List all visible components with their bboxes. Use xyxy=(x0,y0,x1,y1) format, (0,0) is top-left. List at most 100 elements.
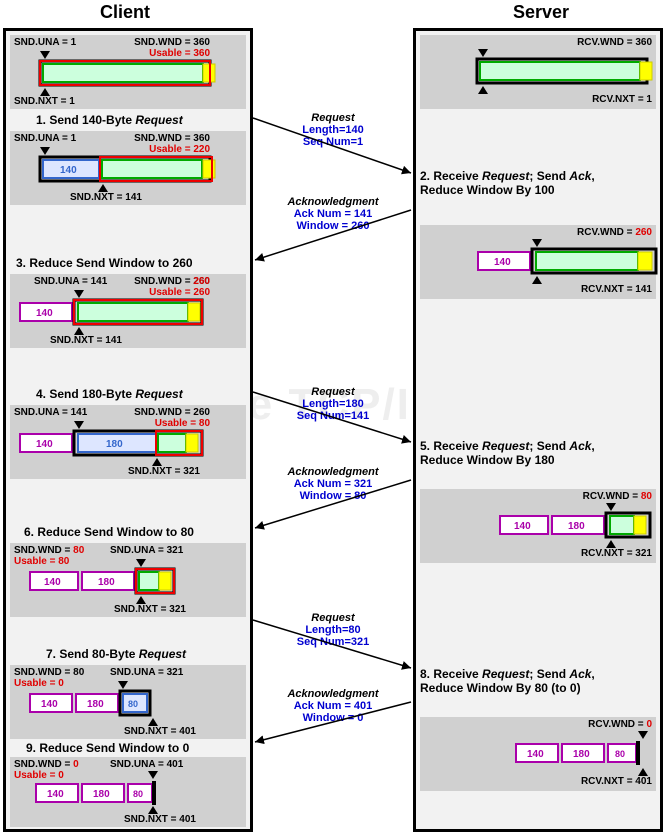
pointer-icon xyxy=(40,147,50,155)
svg-text:180: 180 xyxy=(98,577,115,588)
pointer-icon xyxy=(118,681,128,689)
pointer-icon xyxy=(74,290,84,298)
server-panel-1: RCV.WND = 360 RCV.NXT = 1 xyxy=(420,35,656,109)
step-8-label: 8. Receive Request; Send Ack, Reduce Win… xyxy=(420,667,595,695)
window-bar: 140 180 xyxy=(28,567,208,597)
pointer-icon xyxy=(74,421,84,429)
svg-text:180: 180 xyxy=(93,789,110,800)
pointer-icon xyxy=(40,51,50,59)
usable-label: Usable = 0 xyxy=(14,678,64,689)
server-panel-3: RCV.WND = 80 140 180 RCV.NXT = 321 xyxy=(420,489,656,563)
server-panel-4: RCV.WND = 0 140 180 80 RCV.NXT = 401 xyxy=(420,717,656,791)
svg-text:140: 140 xyxy=(47,789,64,800)
svg-text:180: 180 xyxy=(87,699,104,710)
pointer-icon xyxy=(606,540,616,548)
snd-nxt-label: SND.NXT = 321 xyxy=(114,604,186,615)
client-column: SND.UNA = 1 SND.WND = 360 Usable = 360 S… xyxy=(3,28,253,832)
svg-text:140: 140 xyxy=(60,165,77,176)
pointer-icon xyxy=(98,184,108,192)
usable-label: Usable = 80 xyxy=(155,418,210,429)
svg-text:180: 180 xyxy=(568,521,585,532)
rcv-nxt-label: RCV.NXT = 401 xyxy=(581,776,652,787)
svg-text:80: 80 xyxy=(133,789,143,799)
window-bar: 140 180 80 xyxy=(514,739,664,769)
window-bar: 140 xyxy=(38,155,218,185)
rcv-wnd-label: RCV.WND = 80 xyxy=(583,491,652,502)
pointer-icon xyxy=(606,503,616,511)
snd-una-label: SND.UNA = 401 xyxy=(110,759,183,770)
window-bar: 140 180 80 xyxy=(34,779,194,809)
snd-wnd-label: SND.WND = 360 xyxy=(134,37,210,48)
snd-wnd-label: SND.WND = 80 xyxy=(14,545,84,556)
pointer-icon xyxy=(136,559,146,567)
window-bar xyxy=(38,59,218,89)
window-bar: 140 180 xyxy=(18,429,218,459)
arrow-req-1 xyxy=(253,118,413,178)
arrow-req-2 xyxy=(253,392,413,447)
window-bar: 140 180 xyxy=(498,511,658,541)
svg-text:140: 140 xyxy=(41,699,58,710)
server-column: RCV.WND = 360 RCV.NXT = 1 2. Receive Req… xyxy=(413,28,663,832)
rcv-wnd-label: RCV.WND = 260 xyxy=(577,227,652,238)
usable-label: Usable = 80 xyxy=(14,556,69,567)
diagram-container: The TCP/IP Guide Client Server SND.UNA =… xyxy=(0,0,666,836)
snd-una-label: SND.UNA = 321 xyxy=(110,667,183,678)
usable-label: Usable = 360 xyxy=(149,48,210,59)
snd-nxt-label: SND.NXT = 321 xyxy=(128,466,200,477)
pointer-icon xyxy=(478,86,488,94)
rcv-nxt-label: RCV.NXT = 1 xyxy=(592,94,652,105)
pointer-icon xyxy=(148,771,158,779)
window-bar xyxy=(475,57,660,87)
pointer-icon xyxy=(638,768,648,776)
rcv-nxt-label: RCV.NXT = 321 xyxy=(581,548,652,559)
svg-text:140: 140 xyxy=(36,439,53,450)
pointer-icon xyxy=(638,731,648,739)
snd-wnd-label: SND.WND = 80 xyxy=(14,667,84,678)
client-panel-4: SND.UNA = 141 SND.WND = 260 Usable = 80 … xyxy=(10,405,246,479)
svg-text:140: 140 xyxy=(494,257,511,268)
svg-text:80: 80 xyxy=(615,749,625,759)
svg-text:140: 140 xyxy=(36,308,53,319)
arrow-ack-3 xyxy=(253,702,413,747)
pointer-icon xyxy=(136,596,146,604)
snd-wnd-label: SND.WND = 0 xyxy=(14,759,79,770)
rcv-wnd-label: RCV.WND = 360 xyxy=(577,37,652,48)
pointer-icon xyxy=(148,806,158,814)
snd-wnd-label: SND.WND = 260 xyxy=(134,407,210,418)
client-panel-1: SND.UNA = 1 SND.WND = 360 Usable = 360 S… xyxy=(10,35,246,109)
pointer-icon xyxy=(40,88,50,96)
usable-label: Usable = 220 xyxy=(149,144,210,155)
snd-una-label: SND.UNA = 141 xyxy=(34,276,107,287)
svg-text:140: 140 xyxy=(44,577,61,588)
step-5-label: 5. Receive Request; Send Ack, Reduce Win… xyxy=(420,439,595,467)
snd-una-label: SND.UNA = 141 xyxy=(14,407,87,418)
snd-una-label: SND.UNA = 321 xyxy=(110,545,183,556)
step-1-label: 1. Send 140-Byte Request xyxy=(36,113,183,127)
pointer-icon xyxy=(74,327,84,335)
snd-nxt-label: SND.NXT = 141 xyxy=(50,335,122,346)
window-bar: 140 xyxy=(18,298,218,328)
svg-text:180: 180 xyxy=(573,749,590,760)
client-panel-2: SND.UNA = 1 SND.WND = 360 Usable = 220 1… xyxy=(10,131,246,205)
arrow-ack-1 xyxy=(253,210,413,265)
server-panel-2: RCV.WND = 260 140 RCV.NXT = 141 xyxy=(420,225,656,299)
window-bar: 140 xyxy=(476,247,661,277)
step-7-label: 7. Send 80-Byte Request xyxy=(46,647,186,661)
step-2-label: 2. Receive Request; Send Ack, Reduce Win… xyxy=(420,169,595,197)
pointer-icon xyxy=(532,276,542,284)
svg-text:80: 80 xyxy=(128,699,138,709)
svg-text:140: 140 xyxy=(514,521,531,532)
svg-text:140: 140 xyxy=(527,749,544,760)
arrow-ack-2 xyxy=(253,480,413,535)
step-3-label: 3. Reduce Send Window to 260 xyxy=(16,256,193,270)
snd-una-label: SND.UNA = 1 xyxy=(14,37,76,48)
pointer-icon xyxy=(148,718,158,726)
server-header: Server xyxy=(416,2,666,23)
snd-nxt-label: SND.NXT = 401 xyxy=(124,814,196,825)
client-panel-5: SND.WND = 80 Usable = 80 SND.UNA = 321 1… xyxy=(10,543,246,617)
arrow-req-3 xyxy=(253,620,413,675)
window-bar: 140 180 80 xyxy=(28,689,188,719)
pointer-icon xyxy=(152,458,162,466)
usable-label: Usable = 260 xyxy=(149,287,210,298)
client-panel-3: SND.UNA = 141 SND.WND = 260 260 Usable =… xyxy=(10,274,246,348)
